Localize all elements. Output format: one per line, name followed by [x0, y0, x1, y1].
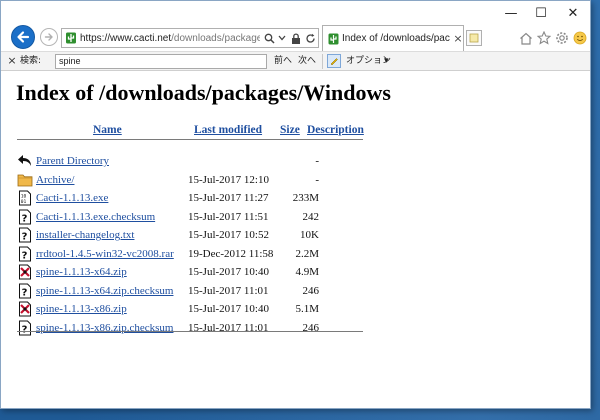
size-cell: 246 [302, 284, 320, 297]
table-row: Archive/15-Jul-2017 12:10- [17, 171, 367, 189]
find-label: 検索: [20, 56, 42, 66]
chevron-down-icon[interactable]: ▾ [384, 54, 389, 68]
url-text[interactable]: https://www.cacti.net/downloads/packages… [80, 31, 260, 46]
svg-text:?: ? [22, 287, 28, 298]
footer-divider [17, 331, 363, 332]
minimize-button[interactable]: — [496, 3, 526, 23]
table-row: ? installer-changelog.txt 15-Jul-2017 10:5… [17, 226, 367, 244]
tab-title: Index of /downloads/packa... [342, 33, 450, 44]
svg-text:?: ? [22, 250, 28, 261]
size-cell: 246 [302, 321, 320, 334]
svg-text:?: ? [22, 232, 28, 243]
size-cell: 5.1M [295, 303, 319, 315]
find-separator [322, 54, 323, 69]
size-cell: - [315, 155, 319, 167]
table-row: ? spine-1.1.13-x64.zip.checksum 15-Jul-201… [17, 282, 367, 300]
url-domain: https://www.cacti.net [80, 33, 172, 44]
address-bar[interactable]: https://www.cacti.net/downloads/packages… [61, 28, 319, 48]
close-find-button[interactable]: × [6, 54, 18, 68]
cacti-favicon-icon [328, 33, 339, 45]
file-link[interactable]: rrdtool-1.4.5-win32-vc2008.rar [36, 246, 174, 262]
lock-icon[interactable] [289, 31, 303, 45]
file-link[interactable]: spine-1.1.13-x64.zip [36, 264, 127, 280]
new-tab-button[interactable] [466, 30, 482, 46]
url-path: /downloads/packages/Wind [171, 33, 260, 44]
table-row: spine-1.1.13-x86.zip 15-Jul-2017 10:40 5.1… [17, 300, 367, 318]
unknown-file-icon: ? [17, 246, 33, 262]
close-tab-button[interactable]: × [452, 32, 464, 46]
arrow-left-icon [17, 31, 30, 43]
folder-icon [17, 172, 33, 188]
size-cell: 10K [300, 229, 319, 241]
binary-file-icon: 10 01 [17, 190, 33, 206]
find-next-button[interactable]: 次へ [298, 54, 316, 68]
file-link[interactable]: Cacti-1.1.13.exe [36, 190, 108, 206]
find-previous-button[interactable]: 前へ [274, 54, 292, 68]
unknown-file-icon: ? [17, 209, 33, 225]
table-row: Parent Directory - [17, 152, 367, 170]
compressed-file-icon [17, 301, 33, 317]
unknown-file-icon: ? [17, 227, 33, 243]
svg-text:?: ? [22, 324, 28, 335]
column-header-last-modified[interactable]: Last modified [194, 122, 262, 138]
file-link[interactable]: spine-1.1.13-x86.zip.checksum [36, 320, 173, 336]
title-bar: — ☐ ✕ [1, 1, 590, 27]
unknown-file-icon: ? [17, 283, 33, 299]
forward-button[interactable] [40, 28, 58, 46]
find-input[interactable]: spine [55, 54, 267, 69]
svg-text:01: 01 [21, 199, 27, 205]
smiley-icon[interactable] [572, 30, 588, 46]
refresh-icon[interactable] [303, 31, 317, 45]
table-row: spine-1.1.13-x64.zip 15-Jul-2017 10:40 4.9… [17, 263, 367, 281]
new-tab-icon [469, 33, 479, 43]
size-cell: 233M [292, 192, 319, 204]
page-content: Index of /downloads/packages/Windows Nam… [1, 72, 590, 408]
file-link[interactable]: Parent Directory [36, 153, 109, 169]
find-bar: × 検索: spine 前へ 次へ オプション ▾ [1, 51, 590, 71]
arrow-right-icon [44, 33, 53, 41]
table-row: ? spine-1.1.13-x86.zip.checksum 15-Jul-201… [17, 319, 367, 337]
column-header-description[interactable]: Description [307, 122, 364, 138]
maximize-button[interactable]: ☐ [526, 3, 556, 23]
back-button[interactable] [11, 25, 35, 49]
size-cell: 2.2M [295, 247, 319, 260]
unknown-file-icon: ? [17, 320, 33, 336]
table-row: 10 01 Cacti-1.1.13.exe 15-Jul-2017 11:27 233… [17, 189, 367, 207]
table-row: ? Cacti-1.1.13.exe.checksum 15-Jul-2017 11… [17, 208, 367, 226]
file-link[interactable]: Cacti-1.1.13.exe.checksum [36, 209, 155, 225]
file-link[interactable]: spine-1.1.13-x64.zip.checksum [36, 283, 173, 299]
highlight-icon[interactable] [327, 54, 341, 68]
file-link[interactable]: installer-changelog.txt [36, 227, 134, 243]
svg-text:10: 10 [21, 194, 27, 200]
back-arrow-icon [17, 153, 33, 169]
home-icon[interactable] [518, 30, 534, 46]
cacti-favicon-icon [66, 32, 76, 44]
header-divider [17, 139, 363, 140]
size-cell: 4.9M [295, 266, 319, 278]
table-row: ? rrdtool-1.4.5-win32-vc2008.rar 19-Dec-20… [17, 245, 367, 263]
star-icon[interactable] [536, 30, 552, 46]
compressed-file-icon [17, 264, 33, 280]
file-link[interactable]: spine-1.1.13-x86.zip [36, 301, 127, 317]
size-cell: - [315, 173, 319, 186]
search-icon[interactable] [262, 31, 276, 45]
close-window-button[interactable]: ✕ [558, 3, 588, 23]
file-link[interactable]: Archive/ [36, 172, 74, 188]
column-header-name[interactable]: Name [93, 122, 122, 138]
column-header-size[interactable]: Size [280, 122, 300, 138]
size-cell: 242 [302, 210, 320, 223]
page-title: Index of /downloads/packages/Windows [16, 80, 391, 105]
browser-tab-active[interactable]: Index of /downloads/packa... × [322, 25, 464, 51]
navigation-bar: https://www.cacti.net/downloads/packages… [1, 25, 590, 51]
svg-text:?: ? [22, 213, 28, 224]
gear-icon[interactable] [554, 30, 570, 46]
chevron-down-icon[interactable] [275, 31, 289, 45]
browser-window: — ☐ ✕ https://www.cacti.net/downloads/pa… [0, 0, 591, 409]
